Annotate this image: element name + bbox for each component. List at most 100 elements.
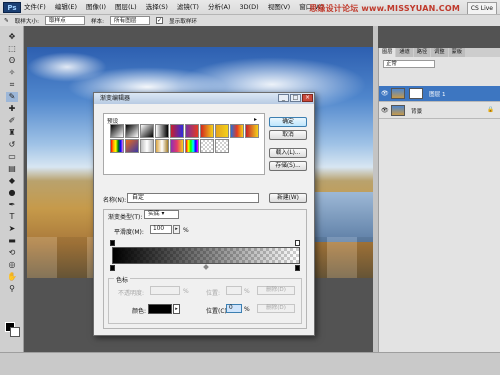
healing-brush-tool-icon[interactable]: ✚ <box>6 104 18 114</box>
blur-tool-icon[interactable]: ◆ <box>6 176 18 186</box>
color-menu-arrow-icon[interactable]: ▸ <box>173 304 180 314</box>
preset-swatch[interactable] <box>140 124 154 138</box>
cancel-button[interactable]: 取消 <box>269 130 307 140</box>
tab-masks[interactable]: 蒙版 <box>448 48 465 57</box>
gradient-editor-dialog: 渐变编辑器 _ □ × 预设 ▸ 确定 取消 载入(L)... 存储(S)...… <box>93 92 315 336</box>
show-ring-checkbox[interactable]: ✓ <box>156 17 164 24</box>
menu-view[interactable]: 视图(V) <box>268 2 291 13</box>
menu-select[interactable]: 选择(S) <box>146 2 168 13</box>
zoom-tool-icon[interactable]: ⚲ <box>6 284 18 294</box>
eye-icon[interactable]: 👁 <box>381 90 389 97</box>
path-selection-tool-icon[interactable]: ➤ <box>6 224 18 234</box>
maximize-icon[interactable]: □ <box>290 94 301 102</box>
layer-thumbnail <box>391 105 405 116</box>
opacity-input <box>150 286 180 295</box>
history-brush-tool-icon[interactable]: ↺ <box>6 140 18 150</box>
color-stop-left[interactable] <box>110 265 115 271</box>
eyedropper-tool-icon[interactable]: ✎ <box>4 18 9 24</box>
move-tool-icon[interactable]: ✥ <box>6 32 18 42</box>
gradient-tool-icon[interactable]: ▤ <box>6 164 18 174</box>
layer-row[interactable]: 👁 背景 🔒 <box>379 103 500 119</box>
tab-layers[interactable]: 图层 <box>379 48 396 57</box>
gradient-type-select[interactable]: 实底 ▾ <box>144 210 179 219</box>
save-button[interactable]: 存储(S)... <box>269 161 307 171</box>
opacity-stop-left[interactable] <box>110 240 115 246</box>
ok-button[interactable]: 确定 <box>269 117 307 127</box>
marquee-tool-icon[interactable]: ⬚ <box>6 44 18 54</box>
lasso-tool-icon[interactable]: ʘ <box>6 56 18 66</box>
opacity-unit: % <box>183 288 189 295</box>
preset-swatch[interactable] <box>170 139 184 153</box>
3d-rotate-tool-icon[interactable]: ⟲ <box>6 248 18 258</box>
close-icon[interactable]: × <box>302 94 313 102</box>
preset-swatch[interactable] <box>215 124 229 138</box>
crop-tool-icon[interactable]: ⌗ <box>6 80 18 90</box>
sample-select[interactable]: 所有图层 <box>110 16 151 25</box>
type-tool-icon[interactable]: T <box>6 212 18 222</box>
color-stop-right[interactable] <box>295 265 300 271</box>
menu-image[interactable]: 图像(I) <box>86 2 106 13</box>
preset-swatch[interactable] <box>245 124 259 138</box>
gradient-type-value: 实底 <box>148 211 160 217</box>
gradient-preview-bar[interactable] <box>112 247 300 264</box>
preset-swatch[interactable] <box>230 124 244 138</box>
layer-row[interactable]: 👁 图层 1 <box>379 86 500 102</box>
eyedropper-tool-icon[interactable]: ✎ <box>6 92 18 102</box>
menu-3d[interactable]: 3D(D) <box>239 2 258 13</box>
menu-layer[interactable]: 图层(L) <box>115 2 137 13</box>
sample-size-select[interactable]: 取样点 <box>44 16 85 25</box>
preset-swatch[interactable] <box>185 139 199 153</box>
preset-swatch[interactable] <box>110 139 124 153</box>
menu-edit[interactable]: 编辑(E) <box>55 2 77 13</box>
color-location-input[interactable]: 0 <box>226 304 242 313</box>
layer-mask-thumbnail <box>409 88 423 99</box>
magic-wand-tool-icon[interactable]: ✧ <box>6 68 18 78</box>
preset-swatch[interactable] <box>200 124 214 138</box>
preset-swatch[interactable] <box>215 139 229 153</box>
opacity-stop-right[interactable] <box>295 240 300 246</box>
preset-swatch[interactable] <box>170 124 184 138</box>
load-button[interactable]: 载入(L)... <box>269 148 307 158</box>
presets-panel: 预设 ▸ <box>103 113 265 175</box>
smoothness-stepper-icon[interactable]: ▸ <box>173 225 180 234</box>
pen-tool-icon[interactable]: ✒ <box>6 200 18 210</box>
sample-size-label: 取样大小: <box>14 18 39 25</box>
background-color-swatch[interactable] <box>10 327 20 337</box>
eraser-tool-icon[interactable]: ▭ <box>6 152 18 162</box>
stop-color-swatch[interactable] <box>148 304 172 314</box>
shape-tool-icon[interactable]: ▬ <box>6 236 18 246</box>
menu-file[interactable]: 文件(F) <box>24 2 46 13</box>
clone-stamp-tool-icon[interactable]: ♜ <box>6 128 18 138</box>
preset-swatch[interactable] <box>110 124 124 138</box>
show-ring-label: 显示取样环 <box>169 18 198 25</box>
minimize-icon[interactable]: _ <box>278 94 289 102</box>
preset-swatch[interactable] <box>125 124 139 138</box>
site-watermark: 思缘设计论坛 www.MISSYUAN.COM <box>309 4 460 13</box>
preset-swatch[interactable] <box>155 139 169 153</box>
new-button[interactable]: 新建(W) <box>269 193 307 203</box>
dodge-tool-icon[interactable]: ● <box>6 188 18 198</box>
status-bar <box>0 352 500 375</box>
preset-swatch[interactable] <box>185 124 199 138</box>
menu-filter[interactable]: 滤镜(T) <box>177 2 199 13</box>
name-input[interactable]: 自定 <box>127 193 259 203</box>
preset-swatch[interactable] <box>140 139 154 153</box>
preset-swatch[interactable] <box>155 124 169 138</box>
hand-tool-icon[interactable]: ✋ <box>6 272 18 282</box>
panel-tabs: 图层 通道 路径 调整 蒙版 <box>379 48 500 57</box>
brush-tool-icon[interactable]: ✐ <box>6 116 18 126</box>
color-stops-label: 色标 <box>114 275 131 284</box>
smoothness-input[interactable]: 100 <box>150 225 172 234</box>
blend-mode-select[interactable]: 正常 <box>383 60 435 68</box>
opacity-location-label: 位置: <box>206 290 221 297</box>
3d-orbit-tool-icon[interactable]: ◎ <box>6 260 18 270</box>
tab-paths[interactable]: 路径 <box>413 48 431 57</box>
menu-analysis[interactable]: 分析(A) <box>208 2 231 13</box>
tab-channels[interactable]: 通道 <box>396 48 413 57</box>
preset-swatch[interactable] <box>125 139 139 153</box>
tab-adjustments[interactable]: 调整 <box>431 48 448 57</box>
presets-menu-icon[interactable]: ▸ <box>254 116 257 123</box>
eye-icon[interactable]: 👁 <box>381 107 389 114</box>
color-stops-group <box>108 278 302 324</box>
preset-swatch[interactable] <box>200 139 214 153</box>
